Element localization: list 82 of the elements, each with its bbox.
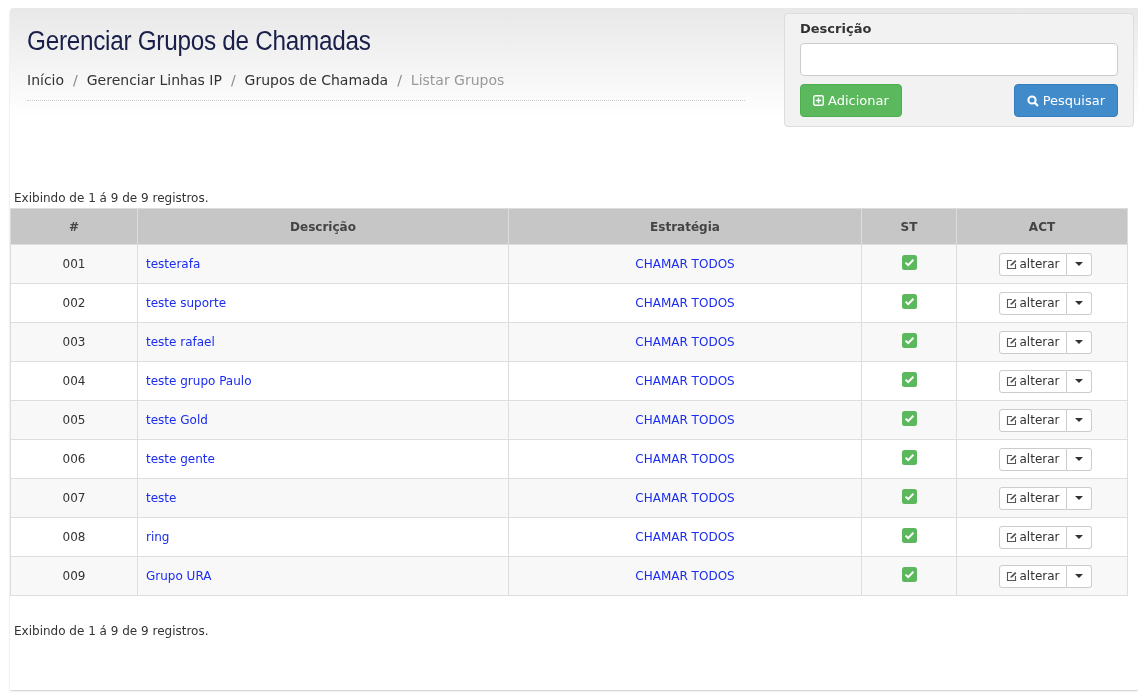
- dropdown-toggle[interactable]: [1066, 408, 1092, 432]
- column-header: Estratégia: [508, 208, 862, 245]
- breadcrumb-separator: /: [229, 72, 237, 88]
- breadcrumb-link[interactable]: Gerenciar Linhas IP: [86, 72, 222, 88]
- id-cell: 008: [10, 517, 138, 557]
- breadcrumb-link[interactable]: Início: [27, 72, 65, 88]
- edit-icon: [1005, 375, 1017, 387]
- id-cell: 009: [10, 556, 138, 596]
- id-cell: 005: [10, 400, 138, 440]
- plus-square-icon: [813, 95, 824, 106]
- edit-icon: [1005, 297, 1017, 309]
- id-cell: 003: [10, 322, 138, 362]
- group-link[interactable]: Grupo URA: [146, 569, 212, 583]
- edit-icon: [1005, 570, 1017, 582]
- breadcrumb-separator: /: [396, 72, 403, 88]
- edit-icon: [1005, 492, 1017, 504]
- dropdown-toggle[interactable]: [1066, 486, 1092, 510]
- edit-icon: [1005, 453, 1017, 465]
- column-header: ST: [861, 208, 957, 245]
- caret-icon: [1074, 340, 1083, 344]
- strategy-link[interactable]: CHAMAR TODOS: [635, 530, 735, 544]
- search-button[interactable]: Pesquisar: [1013, 84, 1118, 117]
- group-link[interactable]: teste rafael: [146, 335, 215, 349]
- strategy-link[interactable]: CHAMAR TODOS: [635, 413, 735, 427]
- id-cell: 007: [10, 478, 138, 518]
- strategy-link[interactable]: CHAMAR TODOS: [635, 374, 735, 388]
- dropdown-toggle[interactable]: [1066, 330, 1092, 354]
- edit-icon: [1005, 336, 1017, 348]
- dropdown-toggle[interactable]: [1066, 525, 1092, 549]
- strategy-link[interactable]: CHAMAR TODOS: [635, 335, 735, 349]
- column-header: #: [10, 208, 138, 245]
- edit-button[interactable]: alterar: [998, 291, 1067, 315]
- id-cell: 006: [10, 439, 138, 479]
- id-cell: 002: [10, 283, 138, 323]
- edit-button[interactable]: alterar: [998, 525, 1067, 549]
- strategy-link[interactable]: CHAMAR TODOS: [635, 569, 735, 583]
- caret-icon: [1074, 301, 1083, 305]
- caret-icon: [1074, 535, 1083, 539]
- records-summary: Exibindo de 1 á 9 de 9 registros.: [14, 191, 210, 205]
- field-label: Descrição: [800, 21, 873, 36]
- caret-icon: [1074, 457, 1083, 461]
- group-link[interactable]: teste grupo Paulo: [146, 374, 252, 388]
- page-title: Gerenciar Grupos de Chamadas: [27, 26, 372, 57]
- dropdown-toggle[interactable]: [1066, 369, 1092, 393]
- group-link[interactable]: ring: [146, 530, 170, 544]
- strategy-link[interactable]: CHAMAR TODOS: [635, 452, 735, 466]
- group-link[interactable]: teste gente: [146, 452, 215, 466]
- edit-button[interactable]: alterar: [998, 330, 1067, 354]
- column-header: Descrição: [137, 208, 509, 245]
- strategy-link[interactable]: CHAMAR TODOS: [635, 296, 735, 310]
- search-icon: [1026, 94, 1039, 107]
- records-summary: Exibindo de 1 á 9 de 9 registros.: [14, 624, 210, 638]
- edit-icon: [1005, 258, 1017, 270]
- edit-button[interactable]: alterar: [998, 408, 1067, 432]
- dropdown-toggle[interactable]: [1066, 291, 1092, 315]
- breadcrumb-separator: /: [72, 72, 79, 88]
- edit-button[interactable]: alterar: [998, 447, 1067, 471]
- group-link[interactable]: teste suporte: [146, 296, 227, 310]
- edit-button[interactable]: alterar: [998, 369, 1067, 393]
- edit-icon: [1005, 414, 1017, 426]
- group-link[interactable]: teste: [146, 491, 177, 505]
- caret-icon: [1074, 418, 1083, 422]
- breadcrumb-link[interactable]: Grupos de Chamada: [244, 72, 389, 88]
- strategy-link[interactable]: CHAMAR TODOS: [635, 491, 735, 505]
- edit-button[interactable]: alterar: [998, 252, 1067, 276]
- strategy-link[interactable]: CHAMAR TODOS: [635, 257, 735, 271]
- id-cell: 001: [10, 244, 138, 284]
- dropdown-toggle[interactable]: [1066, 564, 1092, 588]
- edit-button[interactable]: alterar: [998, 486, 1067, 510]
- description-input-field[interactable]: [800, 43, 1118, 76]
- group-link[interactable]: teste Gold: [146, 413, 208, 427]
- caret-icon: [1074, 379, 1083, 383]
- column-header: ACT: [956, 208, 1128, 245]
- caret-icon: [1074, 262, 1083, 266]
- caret-icon: [1074, 496, 1083, 500]
- id-cell: 004: [10, 361, 138, 401]
- dropdown-toggle[interactable]: [1066, 447, 1092, 471]
- caret-icon: [1074, 574, 1083, 578]
- edit-button[interactable]: alterar: [998, 564, 1067, 588]
- dropdown-toggle[interactable]: [1066, 252, 1092, 276]
- group-link[interactable]: testerafa: [146, 257, 201, 271]
- edit-icon: [1005, 531, 1017, 543]
